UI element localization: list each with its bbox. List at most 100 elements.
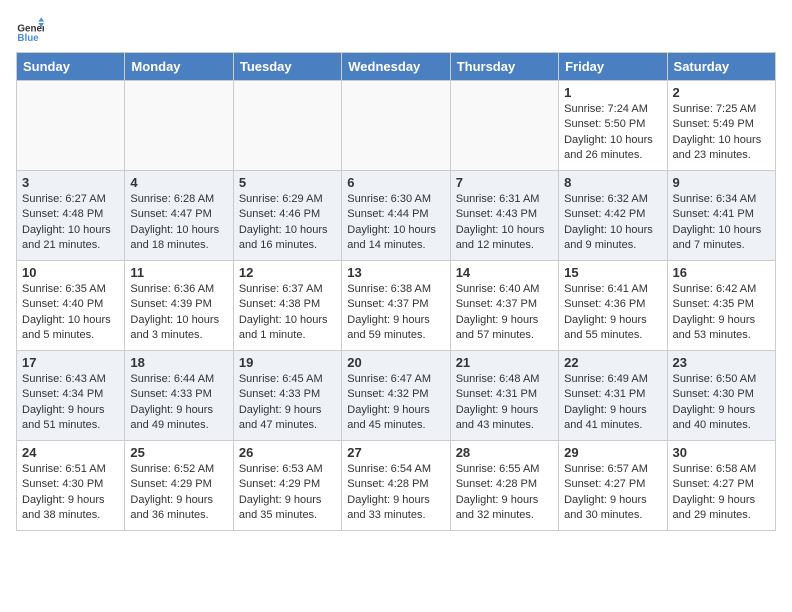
day-number: 16 (673, 265, 770, 280)
day-info: Sunrise: 6:40 AM Sunset: 4:37 PM Dayligh… (456, 282, 553, 344)
weekday-header-friday: Friday (559, 53, 667, 81)
calendar-cell: 16 Sunrise: 6:42 AM Sunset: 4:35 PM Dayli… (667, 261, 775, 351)
day-info: Sunrise: 6:51 AM Sunset: 4:30 PM Dayligh… (22, 462, 119, 524)
calendar-cell: 18 Sunrise: 6:44 AM Sunset: 4:33 PM Dayli… (125, 351, 233, 441)
svg-text:Blue: Blue (17, 33, 39, 44)
calendar-cell (125, 81, 233, 171)
day-info: Sunrise: 6:32 AM Sunset: 4:42 PM Dayligh… (564, 192, 661, 254)
calendar-cell: 7Sunrise: 6:31 AM Sunset: 4:43 PM Daylig… (450, 171, 558, 261)
calendar-cell: 26Sunrise: 6:53 AM Sunset: 4:29 PM Dayli… (233, 441, 341, 531)
calendar-cell: 22 Sunrise: 6:49 AM Sunset: 4:31 PM Dayli… (559, 351, 667, 441)
calendar-cell: 25 Sunrise: 6:52 AM Sunset: 4:29 PM Dayli… (125, 441, 233, 531)
day-info: Sunrise: 6:52 AM Sunset: 4:29 PM Dayligh… (130, 462, 227, 524)
calendar-cell: 30 Sunrise: 6:58 AM Sunset: 4:27 PM Dayli… (667, 441, 775, 531)
day-info: Sunrise: 6:41 AM Sunset: 4:36 PM Dayligh… (564, 282, 661, 344)
day-info: Sunrise: 6:28 AM Sunset: 4:47 PM Dayligh… (130, 192, 227, 254)
calendar-cell: 21 Sunrise: 6:48 AM Sunset: 4:31 PM Dayli… (450, 351, 558, 441)
calendar-cell: 15 Sunrise: 6:41 AM Sunset: 4:36 PM Dayli… (559, 261, 667, 351)
day-info: Sunrise: 7:25 AM Sunset: 5:49 PM Dayligh… (673, 102, 770, 164)
day-info: Sunrise: 6:37 AM Sunset: 4:38 PM Dayligh… (239, 282, 336, 344)
calendar-cell: 13 Sunrise: 6:38 AM Sunset: 4:37 PM Dayli… (342, 261, 450, 351)
day-info: Sunrise: 6:35 AM Sunset: 4:40 PM Dayligh… (22, 282, 119, 344)
day-number: 12 (239, 265, 336, 280)
day-number: 18 (130, 355, 227, 370)
day-number: 20 (347, 355, 444, 370)
calendar-cell: 14 Sunrise: 6:40 AM Sunset: 4:37 PM Dayli… (450, 261, 558, 351)
day-number: 19 (239, 355, 336, 370)
day-number: 9 (673, 175, 770, 190)
calendar-week-row: 17Sunrise: 6:43 AM Sunset: 4:34 PM Dayli… (17, 351, 776, 441)
calendar-cell: 10 Sunrise: 6:35 AM Sunset: 4:40 PM Dayli… (17, 261, 125, 351)
calendar-week-row: 1 Sunrise: 7:24 AM Sunset: 5:50 PM Daylig… (17, 81, 776, 171)
day-number: 6 (347, 175, 444, 190)
calendar-cell: 2 Sunrise: 7:25 AM Sunset: 5:49 PM Daylig… (667, 81, 775, 171)
calendar-cell: 12 Sunrise: 6:37 AM Sunset: 4:38 PM Dayli… (233, 261, 341, 351)
day-info: Sunrise: 6:36 AM Sunset: 4:39 PM Dayligh… (130, 282, 227, 344)
day-number: 11 (130, 265, 227, 280)
day-info: Sunrise: 6:34 AM Sunset: 4:41 PM Dayligh… (673, 192, 770, 254)
day-info: Sunrise: 6:55 AM Sunset: 4:28 PM Dayligh… (456, 462, 553, 524)
calendar-cell: 28 Sunrise: 6:55 AM Sunset: 4:28 PM Dayli… (450, 441, 558, 531)
day-info: Sunrise: 6:30 AM Sunset: 4:44 PM Dayligh… (347, 192, 444, 254)
calendar-cell: 5 Sunrise: 6:29 AM Sunset: 4:46 PM Daylig… (233, 171, 341, 261)
day-number: 21 (456, 355, 553, 370)
day-number: 14 (456, 265, 553, 280)
day-number: 3 (22, 175, 119, 190)
day-number: 25 (130, 445, 227, 460)
day-number: 23 (673, 355, 770, 370)
day-info: Sunrise: 6:27 AM Sunset: 4:48 PM Dayligh… (22, 192, 119, 254)
day-info: Sunrise: 6:31 AM Sunset: 4:43 PM Dayligh… (456, 192, 553, 254)
day-info: Sunrise: 6:58 AM Sunset: 4:27 PM Dayligh… (673, 462, 770, 524)
weekday-header-wednesday: Wednesday (342, 53, 450, 81)
day-number: 2 (673, 85, 770, 100)
day-number: 5 (239, 175, 336, 190)
calendar-cell: 11 Sunrise: 6:36 AM Sunset: 4:39 PM Dayli… (125, 261, 233, 351)
calendar-cell (450, 81, 558, 171)
calendar-week-row: 3 Sunrise: 6:27 AM Sunset: 4:48 PM Daylig… (17, 171, 776, 261)
day-number: 30 (673, 445, 770, 460)
day-info: Sunrise: 7:24 AM Sunset: 5:50 PM Dayligh… (564, 102, 661, 164)
day-number: 28 (456, 445, 553, 460)
day-info: Sunrise: 6:57 AM Sunset: 4:27 PM Dayligh… (564, 462, 661, 524)
calendar-cell: 1 Sunrise: 7:24 AM Sunset: 5:50 PM Daylig… (559, 81, 667, 171)
weekday-header-row: SundayMondayTuesdayWednesdayThursdayFrid… (17, 53, 776, 81)
day-number: 8 (564, 175, 661, 190)
day-number: 13 (347, 265, 444, 280)
calendar-table: SundayMondayTuesdayWednesdayThursdayFrid… (16, 52, 776, 531)
calendar-cell: 9 Sunrise: 6:34 AM Sunset: 4:41 PM Daylig… (667, 171, 775, 261)
day-info: Sunrise: 6:29 AM Sunset: 4:46 PM Dayligh… (239, 192, 336, 254)
day-info: Sunrise: 6:42 AM Sunset: 4:35 PM Dayligh… (673, 282, 770, 344)
calendar-cell: 17Sunrise: 6:43 AM Sunset: 4:34 PM Dayli… (17, 351, 125, 441)
weekday-header-sunday: Sunday (17, 53, 125, 81)
calendar-cell: 29Sunrise: 6:57 AM Sunset: 4:27 PM Dayli… (559, 441, 667, 531)
calendar-cell: 3 Sunrise: 6:27 AM Sunset: 4:48 PM Daylig… (17, 171, 125, 261)
calendar-cell (17, 81, 125, 171)
day-info: Sunrise: 6:49 AM Sunset: 4:31 PM Dayligh… (564, 372, 661, 434)
calendar-cell: 24Sunrise: 6:51 AM Sunset: 4:30 PM Dayli… (17, 441, 125, 531)
day-number: 17 (22, 355, 119, 370)
weekday-header-tuesday: Tuesday (233, 53, 341, 81)
logo-icon: General Blue (16, 16, 44, 44)
day-info: Sunrise: 6:53 AM Sunset: 4:29 PM Dayligh… (239, 462, 336, 524)
calendar-cell: 19 Sunrise: 6:45 AM Sunset: 4:33 PM Dayli… (233, 351, 341, 441)
day-info: Sunrise: 6:45 AM Sunset: 4:33 PM Dayligh… (239, 372, 336, 434)
calendar-cell: 20Sunrise: 6:47 AM Sunset: 4:32 PM Dayli… (342, 351, 450, 441)
day-info: Sunrise: 6:44 AM Sunset: 4:33 PM Dayligh… (130, 372, 227, 434)
calendar-week-row: 24Sunrise: 6:51 AM Sunset: 4:30 PM Dayli… (17, 441, 776, 531)
header: General Blue (16, 16, 776, 44)
calendar-cell: 6 Sunrise: 6:30 AM Sunset: 4:44 PM Daylig… (342, 171, 450, 261)
day-info: Sunrise: 6:48 AM Sunset: 4:31 PM Dayligh… (456, 372, 553, 434)
day-number: 10 (22, 265, 119, 280)
calendar-cell (233, 81, 341, 171)
weekday-header-monday: Monday (125, 53, 233, 81)
calendar-cell: 4Sunrise: 6:28 AM Sunset: 4:47 PM Daylig… (125, 171, 233, 261)
day-number: 22 (564, 355, 661, 370)
calendar-week-row: 10 Sunrise: 6:35 AM Sunset: 4:40 PM Dayli… (17, 261, 776, 351)
logo: General Blue (16, 16, 44, 44)
day-number: 1 (564, 85, 661, 100)
calendar-cell: 27Sunrise: 6:54 AM Sunset: 4:28 PM Dayli… (342, 441, 450, 531)
day-info: Sunrise: 6:38 AM Sunset: 4:37 PM Dayligh… (347, 282, 444, 344)
calendar-cell: 8 Sunrise: 6:32 AM Sunset: 4:42 PM Daylig… (559, 171, 667, 261)
calendar-cell (342, 81, 450, 171)
day-number: 15 (564, 265, 661, 280)
